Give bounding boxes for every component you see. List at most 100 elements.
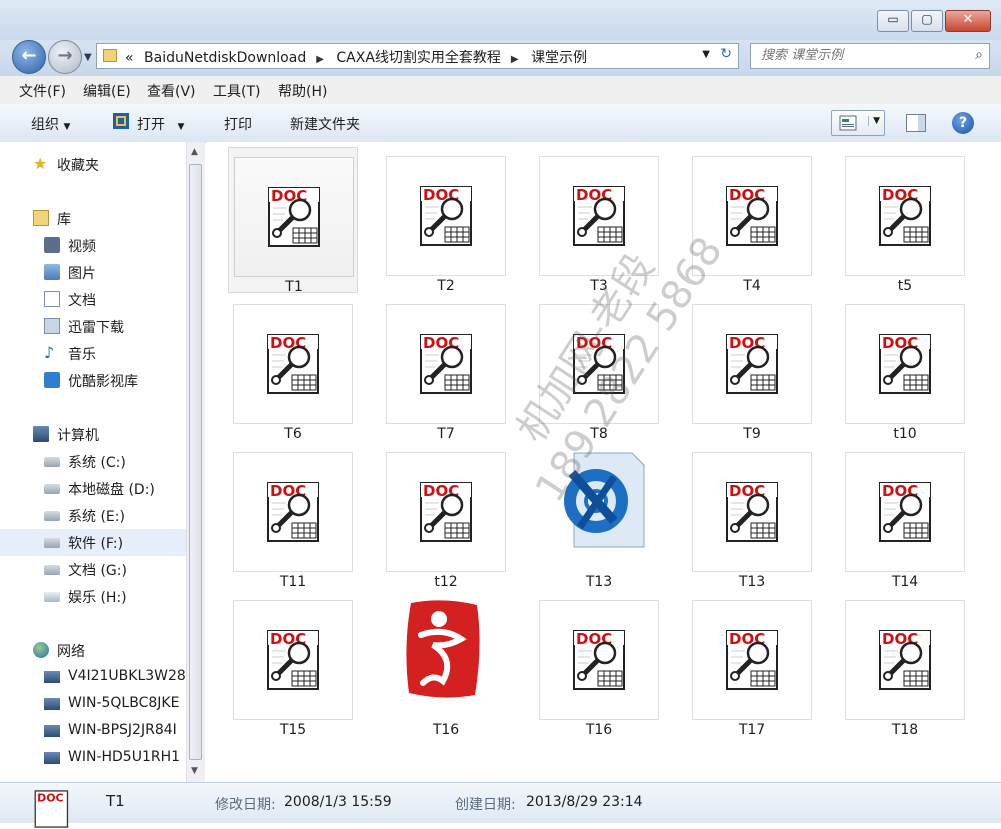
search-box[interactable]: ⌕ [750, 43, 990, 69]
breadcrumb-segment[interactable]: 课堂示例 [531, 50, 587, 66]
file-item[interactable]: DOC T18 [840, 591, 970, 738]
file-item[interactable]: DOC T6 [228, 295, 358, 442]
file-item[interactable]: T16 [381, 591, 511, 738]
nav-drive-f[interactable]: 软件 (F:) [0, 529, 186, 556]
file-item[interactable]: DOC t5 [840, 147, 970, 294]
minimize-button[interactable]: ▭ [877, 10, 909, 32]
file-item[interactable]: DOC T13 [687, 443, 817, 590]
nav-network-computer[interactable]: WIN-BPSJ2JR84I [0, 718, 186, 745]
nav-network-computer[interactable]: V4I21UBKL3W28 [0, 664, 186, 691]
nav-music[interactable]: ♪ 音乐 [0, 340, 186, 367]
new-folder-button[interactable]: 新建文件夹 [290, 114, 360, 134]
search-icon[interactable]: ⌕ [975, 47, 983, 63]
breadcrumb: « BaiduNetdiskDownload ▶ CAXA线切割实用全套教程 ▶ 课… [125, 47, 593, 67]
search-input[interactable] [759, 47, 963, 64]
preview-pane-icon[interactable] [906, 114, 926, 132]
nav-network[interactable]: 网络 [0, 637, 186, 664]
thumbnail-frame: DOC [539, 156, 659, 276]
nav-network-computer[interactable]: WIN-5QLBC8JKE [0, 691, 186, 718]
file-item[interactable]: DOC T15 [228, 591, 358, 738]
caxa-doc-icon: DOC [879, 630, 931, 690]
nav-drive-g[interactable]: 文档 (G:) [0, 556, 186, 583]
open-button[interactable]: 打开 ▼ [137, 114, 184, 134]
change-view-button[interactable]: ▼ [831, 110, 885, 136]
caxa-doc-icon: DOC [420, 334, 472, 394]
scroll-down-icon[interactable]: ▼ [191, 766, 198, 776]
download-folder-icon [44, 318, 60, 334]
close-button[interactable]: ✕ [945, 10, 991, 32]
file-item[interactable]: DOC T2 [381, 147, 511, 294]
maximize-button[interactable]: ▢ [911, 10, 943, 32]
thumbnail-frame: DOC [539, 600, 659, 720]
nav-label: 收藏夹 [57, 158, 99, 174]
navigation-pane: ★ 收藏夹 库 视频 图片 文档 迅雷下载 ♪ 音乐 优酷影视库 计算机 系统 … [0, 142, 186, 782]
refresh-icon[interactable]: ↻ [720, 46, 732, 62]
back-button[interactable]: ← [12, 40, 46, 74]
chevron-down-icon[interactable]: ▼ [868, 116, 880, 126]
nav-drive-c[interactable]: 系统 (C:) [0, 448, 186, 475]
file-grid: DOC T1 DOC T2 DOC T3 DOC T4 DOC t5 DOC T… [206, 142, 1001, 782]
arrow-right-icon: → [57, 45, 73, 66]
menu-file[interactable]: 文件(F) [19, 81, 66, 101]
nav-drive-h[interactable]: 娱乐 (H:) [0, 583, 186, 610]
address-bar[interactable]: « BaiduNetdiskDownload ▶ CAXA线切割实用全套教程 ▶ 课… [96, 43, 739, 69]
nav-youku[interactable]: 优酷影视库 [0, 367, 186, 394]
nav-library[interactable]: 库 [0, 205, 186, 232]
menu-tools[interactable]: 工具(T) [213, 81, 260, 101]
nav-computer[interactable]: 计算机 [0, 421, 186, 448]
chevron-down-icon: ▼ [177, 122, 185, 132]
system-drive-icon [44, 457, 60, 467]
menu-view[interactable]: 查看(V) [147, 81, 196, 101]
svg-text:DOC: DOC [271, 187, 307, 205]
menu-edit[interactable]: 编辑(E) [83, 81, 131, 101]
file-item[interactable]: T13 [534, 443, 664, 590]
recent-pages-dropdown[interactable]: ▼ [84, 52, 92, 63]
scroll-thumb[interactable] [189, 164, 202, 760]
chevron-down-icon: ▼ [63, 122, 71, 132]
thumbnail-frame: DOC [845, 304, 965, 424]
breadcrumb-chevron[interactable]: « [125, 50, 134, 66]
youku-icon [44, 372, 60, 388]
nav-documents[interactable]: 文档 [0, 286, 186, 313]
nav-video[interactable]: 视频 [0, 232, 186, 259]
file-item[interactable]: DOC T1 [228, 147, 358, 295]
file-item[interactable]: DOC T17 [687, 591, 817, 738]
window-controls: ▭ ▢ ✕ [875, 10, 991, 32]
file-item[interactable]: DOC T8 [534, 295, 664, 442]
file-item[interactable]: DOC t12 [381, 443, 511, 590]
nav-network-computer[interactable]: WIN-HD5U1RH1 [0, 745, 186, 772]
menu-help[interactable]: 帮助(H) [278, 81, 327, 101]
print-button[interactable]: 打印 [224, 114, 252, 134]
breadcrumb-segment[interactable]: CAXA线切割实用全套教程 [336, 50, 501, 66]
computer-icon [33, 426, 49, 442]
nav-xunlei[interactable]: 迅雷下载 [0, 313, 186, 340]
forward-button[interactable]: → [48, 40, 82, 74]
help-icon[interactable]: ? [952, 112, 974, 134]
address-history-dropdown[interactable]: ▼ [702, 49, 710, 60]
nav-scrollbar[interactable]: ▲ ▼ [186, 142, 205, 782]
nav-drive-e[interactable]: 系统 (E:) [0, 502, 186, 529]
svg-text:DOC: DOC [576, 334, 612, 352]
file-item[interactable]: DOC t10 [840, 295, 970, 442]
nav-drive-d[interactable]: 本地磁盘 (D:) [0, 475, 186, 502]
breadcrumb-arrow-icon[interactable]: ▶ [511, 54, 519, 65]
file-item[interactable]: DOC T16 [534, 591, 664, 738]
file-item[interactable]: DOC T7 [381, 295, 511, 442]
scroll-up-icon[interactable]: ▲ [191, 147, 198, 157]
nav-pictures[interactable]: 图片 [0, 259, 186, 286]
file-item[interactable]: DOC T3 [534, 147, 664, 294]
organize-button[interactable]: 组织 ▼ [31, 114, 70, 134]
file-item[interactable]: DOC T4 [687, 147, 817, 294]
nav-favorites[interactable]: ★ 收藏夹 [0, 151, 186, 178]
breadcrumb-segment[interactable]: BaiduNetdiskDownload [144, 50, 306, 66]
minimize-icon: ▭ [887, 12, 899, 26]
file-name: T18 [891, 722, 919, 738]
file-item[interactable]: DOC T14 [840, 443, 970, 590]
library-icon [33, 210, 49, 226]
open-label: 打开 [137, 117, 165, 133]
breadcrumb-arrow-icon[interactable]: ▶ [316, 54, 324, 65]
file-item[interactable]: DOC T11 [228, 443, 358, 590]
svg-text:DOC: DOC [729, 482, 765, 500]
computer-icon [44, 725, 60, 737]
file-item[interactable]: DOC T9 [687, 295, 817, 442]
